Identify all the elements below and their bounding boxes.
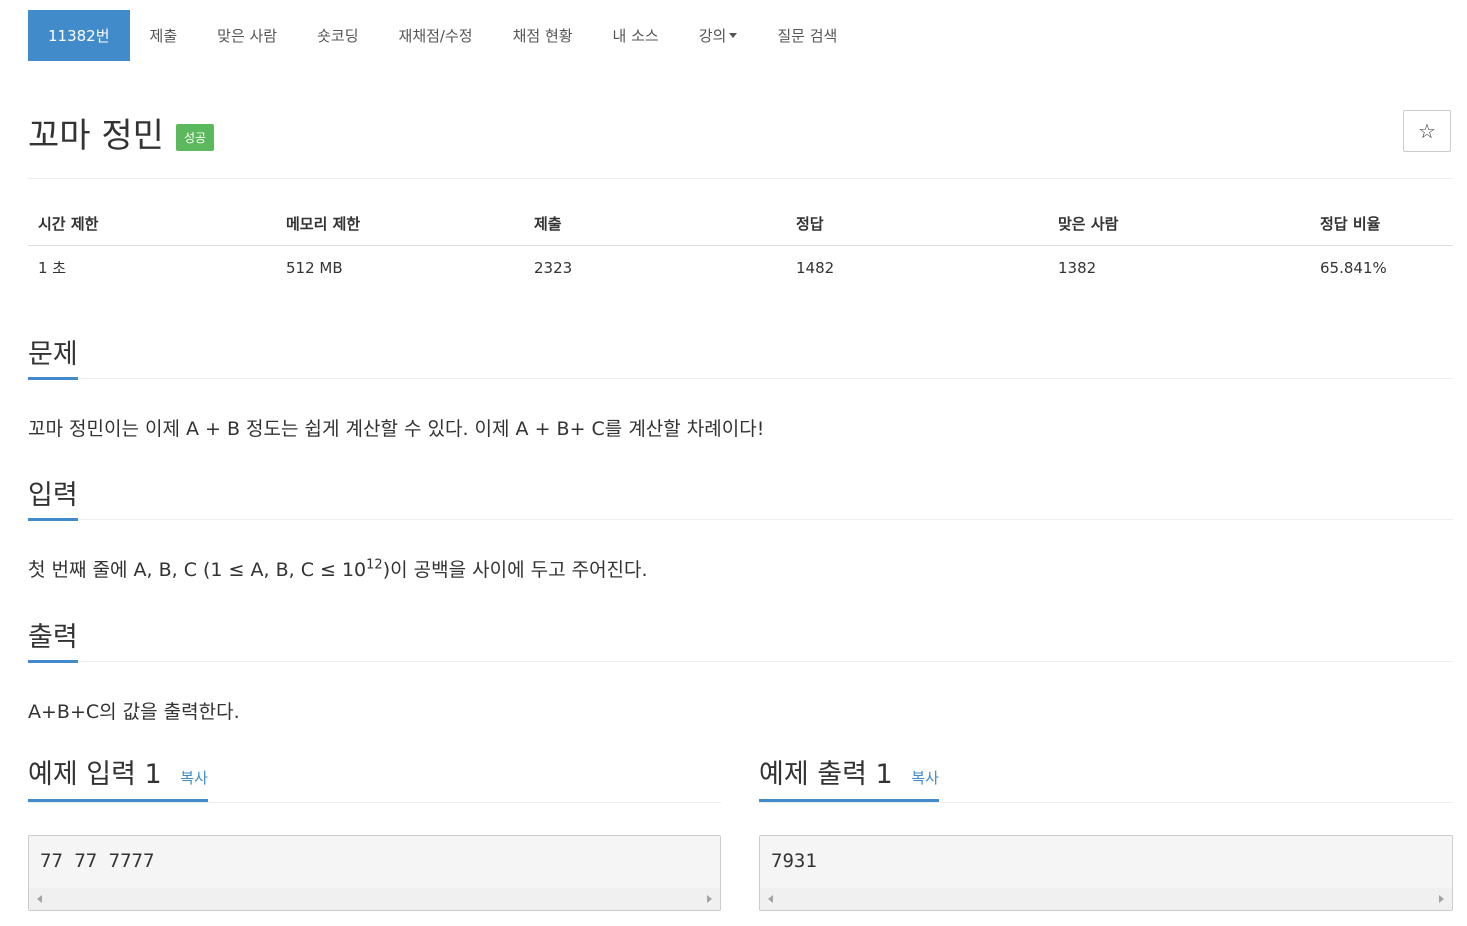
copy-output-button[interactable]: 복사 [911,769,939,787]
tab-submit[interactable]: 제출 [130,10,198,61]
problem-info-table: 시간 제한 메모리 제한 제출 정답 맞은 사람 정답 비율 1 초 512 M… [28,204,1453,286]
header-memory-limit: 메모리 제한 [276,204,524,246]
cell-accept-ratio: 65.841% [1320,258,1387,277]
caret-down-icon [729,33,738,38]
section-divider [28,661,1453,662]
sample-output-divider [759,802,1453,803]
cell-submissions: 2323 [534,258,573,277]
tab-lecture-label: 강의 [698,27,727,45]
sample-output-box[interactable]: 7931 [759,835,1453,911]
sample-input-heading: 예제 입력 1 복사 [28,752,208,802]
input-text-pre: 첫 번째 줄에 A, B, C (1 ≤ A, B, C ≤ 10 [28,559,367,581]
scroll-right-icon[interactable] [1439,895,1444,903]
cell-time-limit: 1 초 [38,259,67,277]
sample-input-divider [28,802,721,803]
horizontal-scrollbar[interactable] [29,888,720,910]
tab-judge-status[interactable]: 채점 현황 [493,10,593,61]
tab-my-source[interactable]: 내 소스 [593,10,679,61]
tab-rejudge-edit[interactable]: 재채점/수정 [379,10,493,61]
sample-input-box[interactable]: 77 77 7777 [28,835,721,911]
tab-problem-number[interactable]: 11382번 [28,10,130,61]
sample-output-value: 7931 [771,850,817,872]
problem-section-heading: 문제 [28,332,1453,380]
scroll-left-icon[interactable] [768,895,773,903]
sample-output-title: 예제 출력 1 복사 [759,752,939,802]
problem-menu: 11382번 제출 맞은 사람 숏코딩 재채점/수정 채점 현황 내 소스 강의… [28,10,857,61]
output-section-title: 출력 [28,615,78,663]
problem-title: 꼬마 정민 [28,116,164,156]
tab-accepted-users[interactable]: 맞은 사람 [197,10,297,61]
favorite-star-button[interactable]: ☆ [1403,110,1451,152]
problem-header: 꼬마 정민 성공 [28,108,215,157]
header-accepted-users: 맞은 사람 [1048,204,1310,246]
section-divider [28,378,1453,379]
output-description: A+B+C의 값을 출력한다. [28,701,240,723]
input-text-post: )이 공백을 사이에 두고 주어진다. [382,559,648,581]
cell-accepted-users: 1382 [1058,258,1097,277]
table-row: 1 초 512 MB 2323 1482 1382 65.841% [28,246,1453,287]
tab-lecture-dropdown[interactable]: 강의 [679,10,758,61]
output-section-heading: 출력 [28,615,1453,663]
scroll-left-icon[interactable] [37,895,42,903]
header-submissions: 제출 [524,204,786,246]
sample-input-value: 77 77 7777 [40,850,155,872]
sample-input-title: 예제 입력 1 복사 [28,752,208,802]
status-badge: 성공 [175,124,215,151]
header-accept-ratio: 정답 비율 [1310,204,1453,246]
sample-output-heading: 예제 출력 1 복사 [759,752,939,802]
cell-accepted: 1482 [796,258,835,277]
input-section-title: 입력 [28,473,78,521]
scroll-right-icon[interactable] [707,895,712,903]
input-section-heading: 입력 [28,473,1453,521]
cell-memory-limit: 512 MB [286,258,343,277]
input-description: 첫 번째 줄에 A, B, C (1 ≤ A, B, C ≤ 1012)이 공백… [28,555,648,582]
problem-description: 꼬마 정민이는 이제 A + B 정도는 쉽게 계산할 수 있다. 이제 A +… [28,418,765,440]
tab-question-search[interactable]: 질문 검색 [757,10,857,61]
tab-short-coding[interactable]: 숏코딩 [297,10,378,61]
header-time-limit: 시간 제한 [28,204,276,246]
horizontal-scrollbar[interactable] [760,888,1452,910]
sample-output-title-text: 예제 출력 1 [759,759,893,790]
sample-input-title-text: 예제 입력 1 [28,759,162,790]
input-text-exponent: 12 [366,557,383,573]
title-divider [28,178,1453,179]
section-divider [28,519,1453,520]
problem-section-title: 문제 [28,332,78,380]
table-header-row: 시간 제한 메모리 제한 제출 정답 맞은 사람 정답 비율 [28,204,1453,246]
copy-input-button[interactable]: 복사 [180,769,208,787]
header-accepted: 정답 [786,204,1048,246]
star-icon: ☆ [1418,120,1436,143]
